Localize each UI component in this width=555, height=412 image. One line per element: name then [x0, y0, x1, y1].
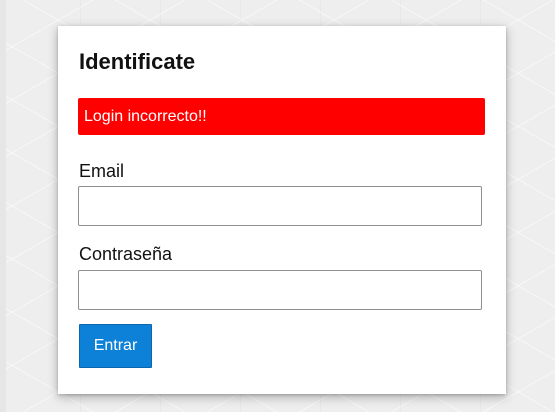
login-error-alert: Login incorrecto!! [78, 98, 485, 135]
password-label: Contraseña [79, 244, 173, 264]
email-input[interactable] [78, 186, 482, 226]
submit-button[interactable]: Entrar [79, 324, 152, 368]
login-card: Identificate Login incorrecto!! Email Co… [58, 26, 506, 394]
login-title: Identificate [79, 49, 196, 74]
password-input[interactable] [78, 270, 482, 310]
email-label: Email [79, 161, 125, 181]
page-background-edge [0, 0, 6, 412]
